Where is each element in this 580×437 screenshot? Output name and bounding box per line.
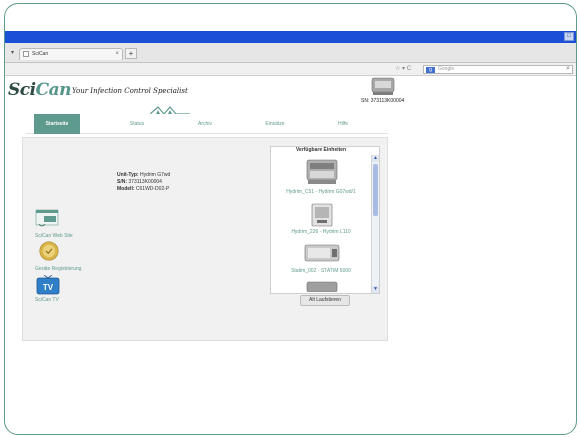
tab-title: SciCan <box>32 51 49 57</box>
device-thumbnail-icon <box>371 77 395 95</box>
search-icon[interactable]: ⌕ <box>566 65 570 72</box>
search-input[interactable]: g Google ⌕ <box>423 65 573 74</box>
reload-units-button[interactable]: Alt Laufstieren <box>300 295 350 306</box>
favicon-icon <box>23 51 29 57</box>
unit-item-hydrim-226[interactable]: Hydrim_226 - Hydrim L110 <box>272 229 370 235</box>
website-icon[interactable] <box>35 209 61 229</box>
menu-einsaetze[interactable]: Einsätze <box>248 118 302 130</box>
unit-info: Unit-Typ: Hydrim G7wd S/N: 373113K00004 … <box>117 172 171 192</box>
unit-statim-002-image[interactable] <box>304 243 340 263</box>
tv-icon[interactable]: TV <box>35 275 61 295</box>
browser-tabbar: ▾ SciCan × + <box>5 43 576 63</box>
bookmark-reload-icons[interactable]: ☆ ▾ C <box>395 65 411 72</box>
unit-item-statim-002[interactable]: Statim_002 - STATIM 5000 <box>272 268 370 274</box>
tagline: Your Infection Control Specialist <box>72 87 188 95</box>
menu-status[interactable]: Status <box>110 118 164 130</box>
window-titlebar: □ <box>5 31 576 43</box>
svg-text:TV: TV <box>43 283 54 292</box>
scroll-down-icon[interactable]: ▼ <box>372 286 379 293</box>
registration-seal-icon[interactable] <box>36 241 62 261</box>
new-tab-button[interactable]: + <box>125 48 137 59</box>
search-engine-icon[interactable]: g <box>426 67 435 73</box>
unit-hydrim-226-image[interactable] <box>310 203 334 227</box>
unit-partial-image[interactable] <box>305 280 339 292</box>
main-menu: Startseite Status Archiv Einsätze Hilfe <box>26 114 388 134</box>
available-units-title: Verfügbare Einheiten <box>295 147 346 153</box>
serial-number: SN: 373113K00004 <box>361 98 405 104</box>
scroll-up-icon[interactable]: ▲ <box>372 155 379 162</box>
tab-list-arrow-icon[interactable]: ▾ <box>11 49 14 56</box>
scican-logo[interactable]: SciCan <box>8 80 72 100</box>
units-scrollbar[interactable]: ▲ ▼ <box>371 155 379 293</box>
browser-navbar: ☆ ▾ C g Google ⌕ <box>5 63 576 76</box>
menu-hilfe[interactable]: Hilfe <box>316 118 370 130</box>
unit-hydrim-c51-image[interactable] <box>305 158 339 186</box>
sidebar-link-website[interactable]: SciCan Web Site <box>35 233 73 239</box>
menu-startseite[interactable]: Startseite <box>34 114 80 134</box>
unit-item-hydrim-c51[interactable]: Hydrim_C51 - Hydrim G07wd/1 <box>272 189 370 195</box>
menu-archiv[interactable]: Archiv <box>178 118 232 130</box>
window-restore-button[interactable]: □ <box>564 32 574 41</box>
browser-tab[interactable]: SciCan × <box>19 48 123 60</box>
tab-close-icon[interactable]: × <box>115 49 119 60</box>
scroll-thumb[interactable] <box>373 164 378 216</box>
sidebar-link-tv[interactable]: SciCan TV <box>35 297 59 303</box>
sidebar-link-registration[interactable]: Geräte Registrierung <box>35 266 81 272</box>
search-placeholder: Google <box>438 66 455 72</box>
